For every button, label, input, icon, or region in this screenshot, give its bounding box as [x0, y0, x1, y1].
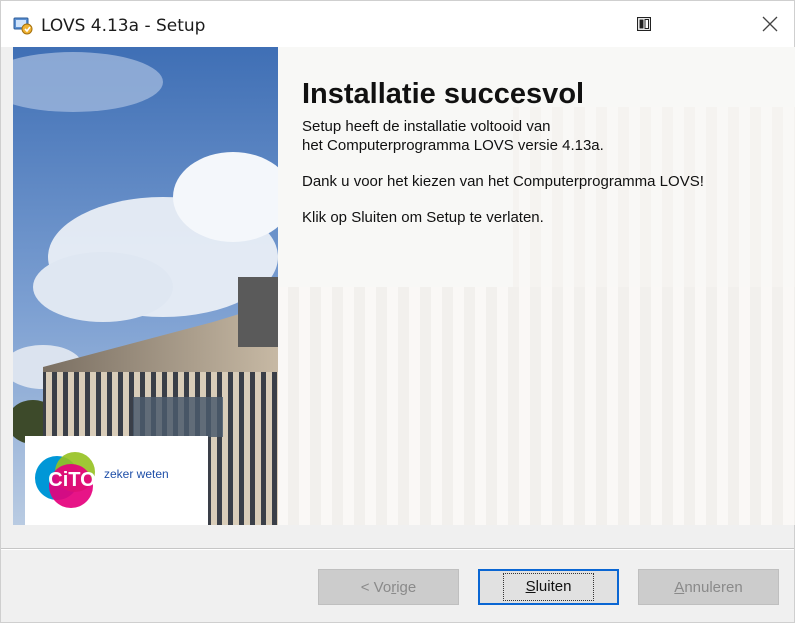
back-label-prefix: < Vo [360, 578, 392, 596]
back-label-suffix: ige [396, 578, 417, 596]
logo-text: CiTO [48, 469, 95, 491]
footer-divider [1, 548, 794, 550]
page-title: Installatie succesvol [302, 78, 585, 110]
close-hint-text: Klik op Sluiten om Setup te verlaten. [302, 209, 544, 226]
completion-line-2: het Computerprogramma LOVS versie 4.13a. [302, 137, 604, 154]
window-title: LOVS 4.13a - Setup [41, 16, 206, 36]
close-button[interactable] [752, 7, 788, 41]
completion-line-1: Setup heeft de installatie voltooid van [302, 118, 551, 135]
finish-label-suffix: luiten [535, 578, 572, 595]
installer-icon [13, 17, 33, 35]
finish-focus-box: Sluiten [502, 573, 595, 601]
setup-window: LOVS 4.13a - Setup CiTO zeker weten Inst… [0, 0, 795, 623]
back-button[interactable]: < Vo r ige [318, 569, 459, 605]
snap-layout-icon[interactable] [637, 17, 651, 31]
cito-logo: CiTO [35, 452, 96, 508]
thanks-text: Dank u voor het kiezen van het Computerp… [302, 173, 704, 190]
finish-button[interactable]: Sluiten [478, 569, 619, 605]
message-panel: Installatie succesvol Setup heeft de ins… [302, 77, 782, 227]
cancel-label-suffix: nnuleren [684, 578, 743, 596]
finish-label-accel: S [525, 578, 536, 595]
logo-tagline: zeker weten [104, 467, 169, 481]
close-icon [762, 16, 778, 32]
cancel-button[interactable]: Annuleren [638, 569, 779, 605]
title-bar: LOVS 4.13a - Setup [1, 1, 794, 47]
cancel-label-accel: A [674, 578, 685, 596]
wizard-content: CiTO zeker weten Installatie succesvol S… [13, 47, 795, 525]
